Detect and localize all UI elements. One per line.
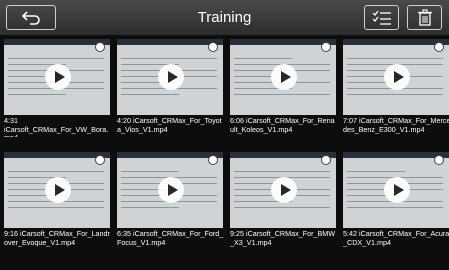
video-card[interactable]: 4:20 iCarsoft_CRMax_For_Toyota_Vios_V1.m…	[113, 35, 225, 139]
video-card[interactable]: 9:16 iCarsoft_CRMax_For_Landrover_Evoque…	[0, 148, 112, 252]
video-grid: 4:31 iCarsoft_CRMax_For_VW_Bora.mp4 4:20…	[0, 35, 449, 270]
back-button[interactable]	[6, 5, 56, 30]
video-caption: 4:20 iCarsoft_CRMax_For_Toyota_Vios_V1.m…	[117, 117, 222, 134]
video-thumbnail[interactable]	[4, 39, 110, 115]
back-arrow-icon	[21, 10, 40, 25]
video-caption: 6:06 iCarsoft_CRMax_For_Renault_Koleos_V…	[230, 117, 335, 134]
video-thumbnail[interactable]	[343, 152, 449, 228]
video-thumbnail[interactable]	[117, 152, 223, 228]
video-card[interactable]: 9:25 iCarsoft_CRMax_For_BMW_X3_V1.mp4	[226, 148, 338, 252]
select-checkbox[interactable]	[321, 42, 331, 52]
video-card[interactable]: 7:07 iCarsoft_CRMax_For_Mercedes_Benz_E3…	[339, 35, 449, 139]
play-icon[interactable]	[45, 177, 71, 203]
select-checkbox[interactable]	[434, 155, 444, 165]
video-thumbnail[interactable]	[230, 39, 336, 115]
play-icon[interactable]	[158, 177, 184, 203]
select-checkbox[interactable]	[208, 42, 218, 52]
video-caption: 9:25 iCarsoft_CRMax_For_BMW_X3_V1.mp4	[230, 230, 336, 247]
delete-button[interactable]	[407, 5, 442, 30]
video-caption: 9:16 iCarsoft_CRMax_For_Landrover_Evoque…	[4, 230, 110, 247]
video-caption: 4:31 iCarsoft_CRMax_For_VW_Bora.mp4	[4, 117, 109, 137]
trash-icon	[417, 9, 432, 26]
play-icon[interactable]	[384, 64, 410, 90]
play-icon[interactable]	[45, 64, 71, 90]
select-checkbox[interactable]	[95, 42, 105, 52]
video-card[interactable]: 6:35 iCarsoft_CRMax_For_Ford_Focus_V1.mp…	[113, 148, 225, 252]
page-title: Training	[197, 9, 252, 26]
video-caption: 5:42 iCarsoft_CRMax_For_Acura_CDX_V1.mp4	[343, 230, 449, 247]
play-icon[interactable]	[158, 64, 184, 90]
select-checkbox[interactable]	[434, 42, 444, 52]
video-thumbnail[interactable]	[117, 39, 223, 115]
video-caption: 6:35 iCarsoft_CRMax_For_Ford_Focus_V1.mp…	[117, 230, 224, 247]
play-icon[interactable]	[271, 64, 297, 90]
video-thumbnail[interactable]	[230, 152, 336, 228]
select-checkbox[interactable]	[321, 155, 331, 165]
select-list-button[interactable]	[364, 5, 399, 30]
video-thumbnail[interactable]	[343, 39, 449, 115]
app-header: Training	[0, 0, 449, 35]
video-caption: 7:07 iCarsoft_CRMax_For_Mercedes_Benz_E3…	[343, 117, 449, 134]
video-thumbnail[interactable]	[4, 152, 110, 228]
select-checkbox[interactable]	[208, 155, 218, 165]
select-checkbox[interactable]	[95, 155, 105, 165]
video-card[interactable]: 4:31 iCarsoft_CRMax_For_VW_Bora.mp4	[0, 35, 112, 139]
video-card[interactable]: 5:42 iCarsoft_CRMax_For_Acura_CDX_V1.mp4	[339, 148, 449, 252]
checklist-icon	[372, 10, 391, 25]
play-icon[interactable]	[384, 177, 410, 203]
play-icon[interactable]	[271, 177, 297, 203]
video-card[interactable]: 6:06 iCarsoft_CRMax_For_Renault_Koleos_V…	[226, 35, 338, 139]
